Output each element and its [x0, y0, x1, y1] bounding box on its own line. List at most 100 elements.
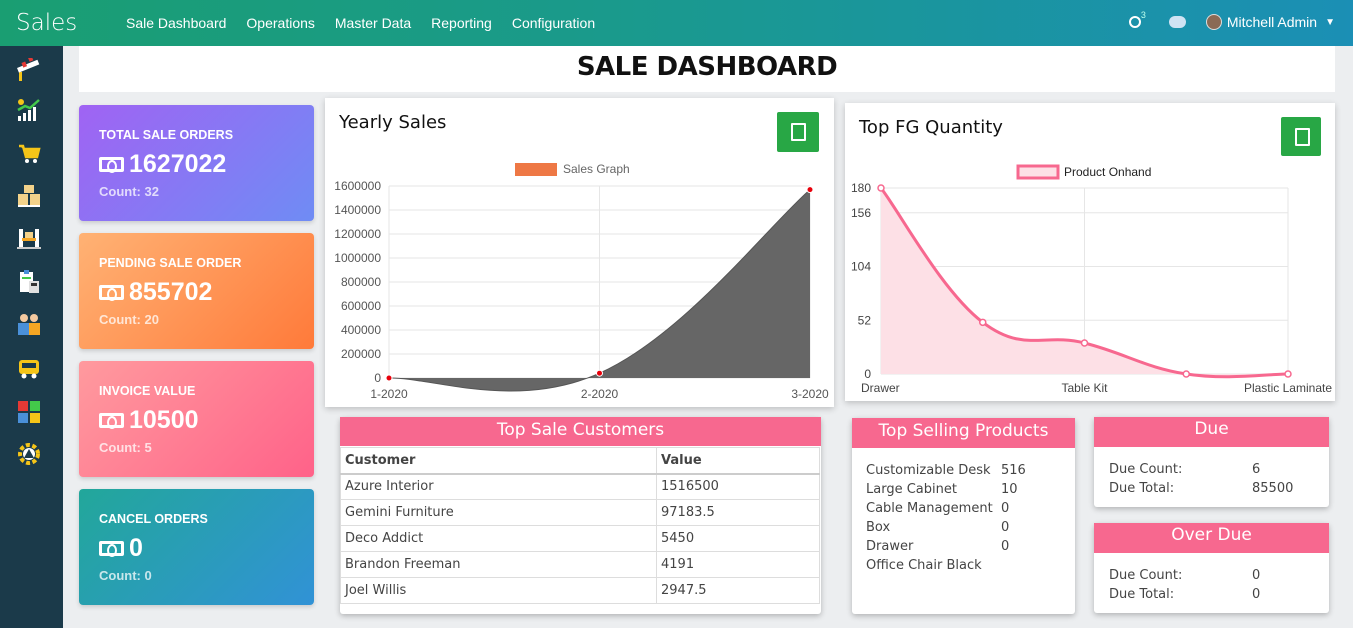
data-point — [1182, 370, 1190, 378]
product-qty: 0 — [1001, 501, 1010, 516]
top-fg-chart: Product Onhand 0 52 104 156 180 Drawer Table Ki… — [851, 164, 1332, 395]
top-customers-panel: Top Sale Customers Customer Value Azure I… — [340, 417, 821, 614]
card-total-sale-orders[interactable]: TOTAL SALE ORDERS 1627022 Count: 32 — [79, 105, 314, 221]
table-header-row: Customer Value — [340, 447, 820, 475]
customers-table: Customer Value Azure Interior 1516500 Gemi… — [340, 447, 820, 604]
product-name: Office Chair Black — [866, 558, 982, 573]
y-tick-label: 180 — [851, 181, 871, 195]
list-item: Drawer 0 — [866, 539, 1026, 558]
yearly-sales-panel: Yearly Sales Sales Graph 0 200000 400000 600… — [325, 98, 834, 407]
products-list: Customizable Desk 516 Large Cabinet 10 Cab… — [866, 463, 1026, 577]
due-total-value: 85500 — [1252, 481, 1294, 496]
value-cell: 2947.5 — [656, 577, 820, 604]
user-name[interactable]: Mitchell Admin — [1227, 14, 1317, 30]
column-header: Customer — [340, 447, 657, 475]
legend-swatch — [1016, 164, 1060, 180]
menu-reporting[interactable]: Reporting — [421, 15, 502, 31]
data-point — [385, 374, 393, 382]
yearly-sales-chart: Sales Graph 0 200000 400000 600000 800000 1000… — [334, 162, 829, 401]
card-label: PENDING SALE ORDER — [99, 256, 242, 270]
money-icon — [99, 413, 124, 429]
boxes-icon[interactable] — [16, 184, 42, 208]
avatar[interactable] — [1205, 14, 1222, 30]
y-tick-label: 1400000 — [334, 203, 381, 217]
card-value-row: 10500 — [99, 406, 199, 435]
chevron-down-icon[interactable]: ▼ — [1325, 17, 1335, 28]
table-row[interactable]: Deco Addict 5450 — [340, 525, 820, 552]
card-count: Count: 20 — [99, 312, 159, 327]
menu-configuration[interactable]: Configuration — [502, 15, 605, 31]
card-label: CANCEL ORDERS — [99, 512, 208, 526]
card-value: 0 — [129, 534, 143, 562]
overdue-count-value: 0 — [1252, 568, 1261, 583]
cart-icon[interactable] — [16, 141, 42, 165]
activity-icon[interactable]: 3 — [1127, 10, 1149, 31]
truck-icon[interactable] — [16, 356, 42, 380]
list-item: Large Cabinet 10 — [866, 482, 1026, 501]
menu-sale-dashboard[interactable]: Sale Dashboard — [116, 15, 236, 31]
x-tick-label: 1-2020 — [370, 387, 408, 401]
customer-cell: Gemini Furniture — [340, 499, 657, 526]
product-name: Large Cabinet — [866, 482, 957, 497]
card-count: Count: 0 — [99, 568, 152, 583]
top-customers-title: Top Sale Customers — [340, 417, 821, 446]
product-name: Drawer — [866, 539, 914, 554]
chat-icon[interactable] — [1168, 16, 1186, 28]
due-total-label: Due Total: — [1109, 481, 1175, 496]
menu-master-data[interactable]: Master Data — [325, 15, 421, 31]
barrier-icon[interactable] — [16, 55, 42, 82]
legend-label: Product Onhand — [1064, 165, 1151, 179]
product-qty: 0 — [1001, 539, 1010, 554]
clipboard-calculator-icon[interactable] — [16, 270, 42, 294]
gear-icon[interactable] — [16, 442, 42, 466]
x-tick-label: 2-2020 — [581, 387, 619, 401]
table-row[interactable]: Azure Interior 1516500 — [340, 473, 820, 500]
value-cell: 97183.5 — [656, 499, 820, 526]
y-tick-label: 104 — [851, 260, 871, 274]
data-point — [1284, 370, 1292, 378]
y-tick-label: 1200000 — [334, 227, 381, 241]
y-tick-label: 800000 — [341, 275, 381, 289]
growth-chart-icon[interactable] — [16, 98, 42, 122]
overdue-info: Due Count: 0 Due Total: 0 — [1109, 568, 1260, 606]
due-count-label: Due Count: — [1109, 462, 1183, 477]
table-row[interactable]: Joel Willis 2947.5 — [340, 577, 820, 604]
warehouse-icon[interactable] — [16, 226, 42, 250]
value-cell: 1516500 — [656, 473, 820, 500]
activity-count: 3 — [1140, 10, 1146, 20]
card-pending-sale-order[interactable]: PENDING SALE ORDER 855702 Count: 20 — [79, 233, 314, 349]
dashboard-tiles-icon[interactable] — [16, 400, 42, 424]
card-invoice-value[interactable]: INVOICE VALUE 10500 Count: 5 — [79, 361, 314, 477]
card-value: 10500 — [129, 406, 199, 434]
page-title: SALE DASHBOARD — [576, 52, 838, 82]
top-products-title: Top Selling Products — [852, 418, 1075, 448]
money-icon — [99, 541, 124, 557]
value-cell: 4191 — [656, 551, 820, 578]
product-name: Cable Management — [866, 501, 993, 516]
card-cancel-orders[interactable]: CANCEL ORDERS 0 Count: 0 — [79, 489, 314, 605]
product-name: Customizable Desk — [866, 463, 991, 478]
due-panel: Due Due Count: 6 Due Total: 85500 — [1094, 417, 1329, 507]
product-qty: 0 — [1001, 520, 1010, 535]
team-icon[interactable] — [16, 312, 42, 336]
customer-cell: Deco Addict — [340, 525, 657, 552]
top-menu: Sale Dashboard Operations Master Data Re… — [116, 15, 605, 31]
table-row[interactable]: Gemini Furniture 97183.5 — [340, 499, 820, 526]
menu-operations[interactable]: Operations — [236, 15, 324, 31]
y-tick-label: 600000 — [341, 299, 381, 313]
due-count-row: Due Count: 6 — [1109, 462, 1293, 481]
money-icon — [99, 285, 124, 301]
overdue-title: Over Due — [1094, 523, 1329, 553]
table-row[interactable]: Brandon Freeman 4191 — [340, 551, 820, 578]
card-value-row: 1627022 — [99, 150, 226, 179]
data-point — [979, 318, 987, 327]
overdue-panel: Over Due Due Count: 0 Due Total: 0 — [1094, 523, 1329, 613]
card-count: Count: 5 — [99, 440, 152, 455]
due-total-row: Due Total: 85500 — [1109, 481, 1293, 500]
app-title[interactable]: Sales — [16, 10, 77, 36]
overdue-count-label: Due Count: — [1109, 568, 1183, 583]
column-header: Value — [656, 447, 820, 475]
legend-label: Sales Graph — [563, 162, 630, 176]
top-navbar: Sales Sale Dashboard Operations Master D… — [0, 0, 1353, 46]
y-tick-label: 52 — [858, 313, 872, 327]
